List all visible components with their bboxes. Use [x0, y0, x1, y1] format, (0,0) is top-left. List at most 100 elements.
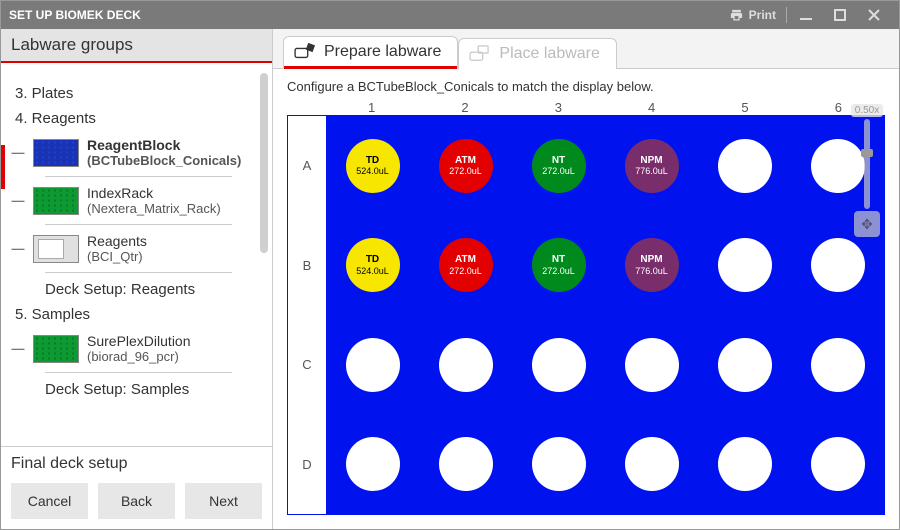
- well-c3[interactable]: [512, 315, 605, 415]
- tube: [346, 338, 400, 392]
- close-button[interactable]: [857, 1, 891, 29]
- prepare-icon: [294, 43, 316, 61]
- column-labels: 1 2 3 4 5 6: [325, 100, 885, 115]
- next-button[interactable]: Next: [185, 483, 262, 519]
- collapse-icon[interactable]: —: [11, 341, 25, 356]
- well-c4[interactable]: [605, 315, 698, 415]
- well-d2[interactable]: [419, 415, 512, 515]
- item-name: SurePlexDilution: [87, 333, 191, 349]
- well-d4[interactable]: [605, 415, 698, 515]
- labware-thumbnail: [33, 187, 79, 215]
- tube-label: TD: [366, 254, 379, 266]
- titlebar: SET UP BIOMEK DECK Print: [1, 1, 899, 29]
- deck-setup-samples[interactable]: Deck Setup: Samples: [45, 381, 266, 398]
- tube: NPM776.0uL: [625, 139, 679, 193]
- scrollbar-thumb[interactable]: [260, 73, 268, 253]
- deck-area: 1 2 3 4 5 6 A B C D TD524.0uLATM272.0uLN…: [273, 100, 899, 529]
- well-d1[interactable]: [326, 415, 419, 515]
- row-a: A: [288, 116, 326, 216]
- tube-block: A B C D TD524.0uLATM272.0uLNT272.0uLNPM7…: [287, 115, 885, 515]
- collapse-icon[interactable]: —: [11, 241, 25, 256]
- maximize-button[interactable]: [823, 1, 857, 29]
- tube-volume: 272.0uL: [542, 266, 575, 276]
- labware-thumbnail: [33, 235, 79, 263]
- zoom-thumb[interactable]: [861, 149, 873, 157]
- back-button[interactable]: Back: [98, 483, 175, 519]
- tube: TD524.0uL: [346, 139, 400, 193]
- group-samples[interactable]: 5. Samples: [15, 306, 266, 323]
- tube: [811, 437, 865, 491]
- app-window: SET UP BIOMEK DECK Print Labware groups …: [0, 0, 900, 530]
- tube: TD524.0uL: [346, 238, 400, 292]
- close-icon: [868, 9, 880, 21]
- sidebar-item-reagents[interactable]: — Reagents (BCI_Qtr): [11, 229, 266, 268]
- well-a1[interactable]: TD524.0uL: [326, 116, 419, 216]
- print-button[interactable]: Print: [721, 8, 784, 23]
- tube: [532, 437, 586, 491]
- tube: [811, 338, 865, 392]
- well-a3[interactable]: NT272.0uL: [512, 116, 605, 216]
- well-a5[interactable]: [698, 116, 791, 216]
- col-3: 3: [512, 100, 605, 115]
- well-c2[interactable]: [419, 315, 512, 415]
- tube-label: NT: [552, 254, 565, 266]
- tube-label: ATM: [455, 254, 476, 266]
- sidebar-item-indexrack[interactable]: — IndexRack (Nextera_Matrix_Rack): [11, 181, 266, 220]
- tube-volume: 272.0uL: [449, 166, 482, 176]
- row-b: B: [288, 216, 326, 316]
- deck-setup-reagents[interactable]: Deck Setup: Reagents: [45, 281, 266, 298]
- labware-thumbnail: [33, 139, 79, 167]
- tube-volume: 272.0uL: [449, 266, 482, 276]
- row-c: C: [288, 315, 326, 415]
- print-icon: [729, 8, 744, 23]
- tube: ATM272.0uL: [439, 139, 493, 193]
- minimize-button[interactable]: [789, 1, 823, 29]
- item-sub: (biorad_96_pcr): [87, 349, 191, 364]
- zoom-control: 0.50x ✥: [853, 104, 881, 237]
- tab-prepare-label: Prepare labware: [324, 43, 441, 61]
- well-d3[interactable]: [512, 415, 605, 515]
- cancel-button[interactable]: Cancel: [11, 483, 88, 519]
- item-sub: (BCTubeBlock_Conicals): [87, 153, 241, 168]
- well-c6[interactable]: [791, 315, 884, 415]
- tube-volume: 524.0uL: [356, 166, 389, 176]
- group-tips-cut: [15, 69, 266, 77]
- item-sub: (BCI_Qtr): [87, 249, 147, 264]
- zoom-slider[interactable]: [864, 119, 870, 209]
- final-deck-setup-header[interactable]: Final deck setup: [1, 446, 272, 477]
- group-reagents[interactable]: 4. Reagents: [15, 110, 266, 127]
- well-b2[interactable]: ATM272.0uL: [419, 216, 512, 316]
- group-plates[interactable]: 3. Plates: [15, 85, 266, 102]
- well-b3[interactable]: NT272.0uL: [512, 216, 605, 316]
- collapse-icon[interactable]: —: [11, 145, 25, 160]
- well-b4[interactable]: NPM776.0uL: [605, 216, 698, 316]
- pan-control[interactable]: ✥: [854, 211, 880, 237]
- well-b1[interactable]: TD524.0uL: [326, 216, 419, 316]
- well-c5[interactable]: [698, 315, 791, 415]
- sidebar-item-reagentblock[interactable]: — ReagentBlock (BCTubeBlock_Conicals): [11, 133, 266, 172]
- tube: [718, 437, 772, 491]
- tube-volume: 272.0uL: [542, 166, 575, 176]
- item-name: Reagents: [87, 233, 147, 249]
- well-d6[interactable]: [791, 415, 884, 515]
- sidebar-item-sureplex[interactable]: — SurePlexDilution (biorad_96_pcr): [11, 329, 266, 368]
- main-panel: Prepare labware Place labware Configure …: [273, 29, 899, 529]
- place-icon: [469, 45, 491, 63]
- collapse-icon[interactable]: —: [11, 193, 25, 208]
- col-5: 5: [698, 100, 791, 115]
- well-a4[interactable]: NPM776.0uL: [605, 116, 698, 216]
- tube: [811, 238, 865, 292]
- instruction-text: Configure a BCTubeBlock_Conicals to matc…: [273, 69, 899, 100]
- well-c1[interactable]: [326, 315, 419, 415]
- sidebar: Labware groups 3. Plates 4. Reagents — R…: [1, 29, 273, 529]
- tube: [625, 338, 679, 392]
- item-name: IndexRack: [87, 185, 221, 201]
- tab-prepare-labware[interactable]: Prepare labware: [283, 36, 458, 69]
- tube: [718, 338, 772, 392]
- well-a2[interactable]: ATM272.0uL: [419, 116, 512, 216]
- well-d5[interactable]: [698, 415, 791, 515]
- tube-label: TD: [366, 155, 379, 167]
- tube: [718, 238, 772, 292]
- tab-place-labware[interactable]: Place labware: [458, 38, 617, 69]
- well-b5[interactable]: [698, 216, 791, 316]
